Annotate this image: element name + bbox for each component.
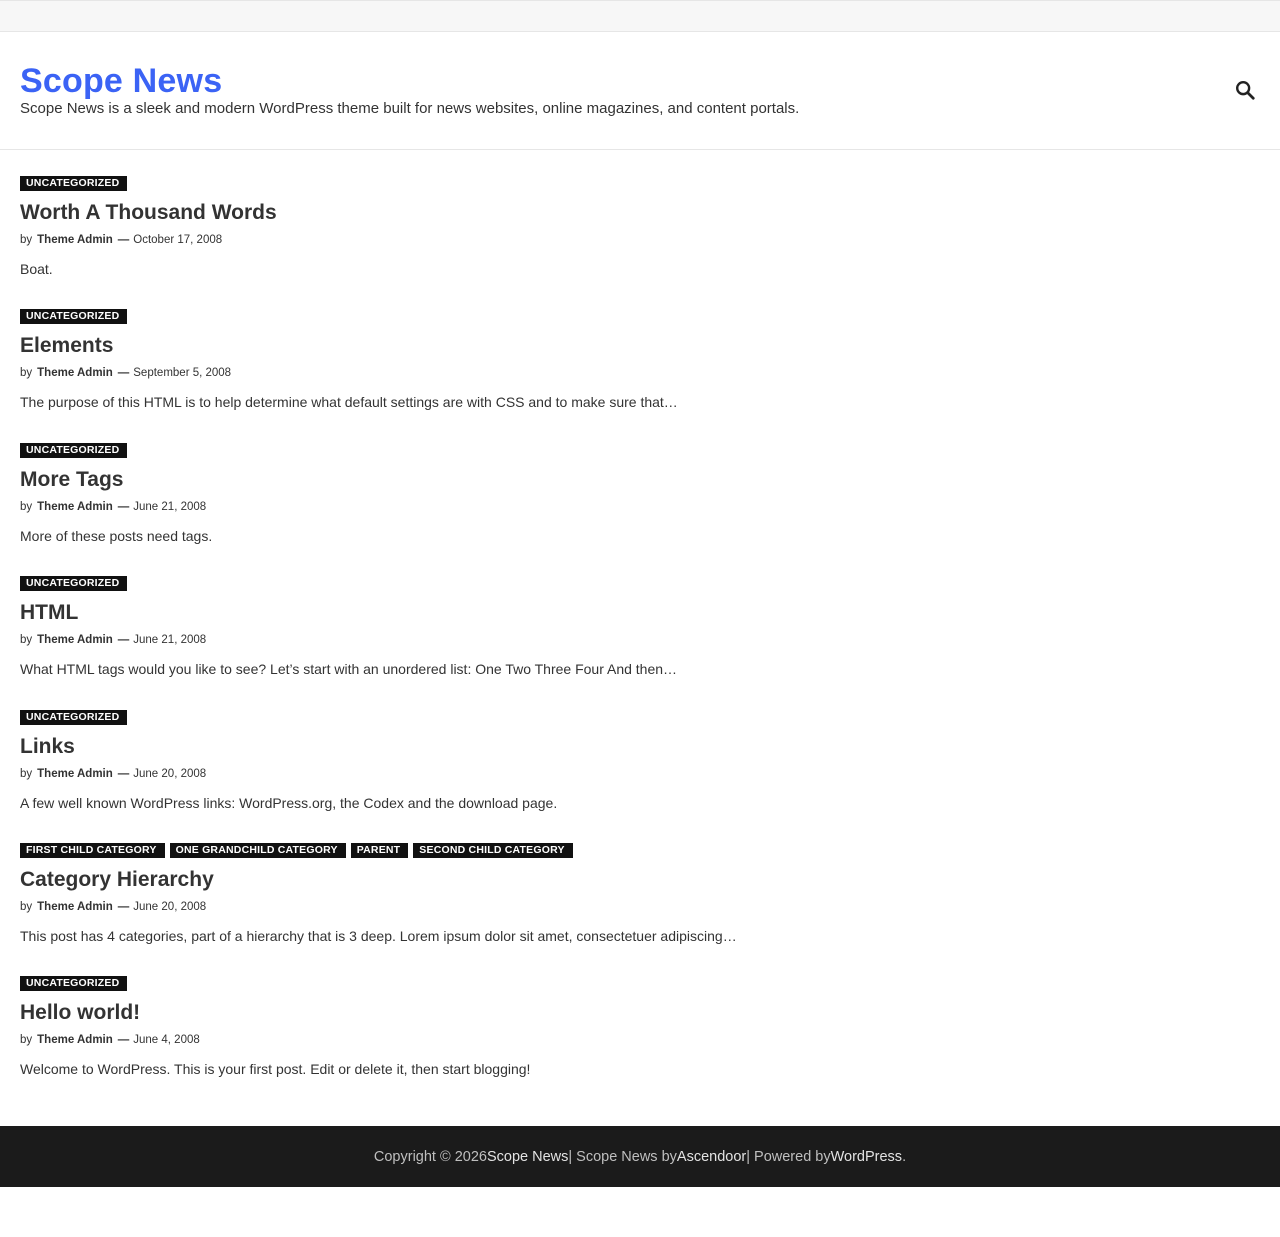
category-tag[interactable]: Uncategorized — [20, 176, 128, 191]
post-categories: Uncategorized — [20, 309, 1260, 325]
footer-site-link[interactable]: Scope News — [487, 1149, 568, 1165]
footer-wordpress-link[interactable]: WordPress — [831, 1149, 902, 1165]
by-label: by — [20, 900, 33, 913]
by-label: by — [20, 634, 33, 647]
post-meta: by Theme Admin — June 21, 2008 — [20, 500, 206, 514]
site-header: Scope News Scope News is a sleek and mod… — [0, 32, 1280, 150]
footer-copyright: Copyright © 2026 — [373, 1148, 487, 1165]
footer-separator: | Powered by — [746, 1148, 831, 1165]
footer-theme-author-link[interactable]: Ascendoor — [677, 1149, 746, 1165]
post-excerpt: Boat. — [20, 261, 53, 277]
post-author[interactable]: Theme Admin — [37, 233, 113, 247]
post-meta: by Theme Admin — June 20, 2008 — [20, 767, 206, 781]
meta-separator: — — [117, 767, 130, 780]
post-item: Uncategorized Worth A Thousand Words by The… — [20, 176, 1260, 309]
post-author[interactable]: Theme Admin — [37, 767, 113, 781]
footer-separator: | Scope News by — [568, 1148, 677, 1165]
category-tag[interactable]: Uncategorized — [20, 976, 128, 992]
post-item: Uncategorized Links by Theme Admin — June 20,… — [20, 709, 1260, 843]
category-tag[interactable]: Second Child Category — [413, 842, 573, 858]
meta-separator: — — [117, 634, 130, 647]
category-tag[interactable]: First Child Category — [20, 842, 165, 858]
post-author[interactable]: Theme Admin — [37, 500, 113, 514]
post-item: First Child Category One Grandchild Categ… — [20, 842, 1260, 976]
post-title[interactable]: Elements — [20, 333, 113, 359]
category-tag[interactable]: Uncategorized — [20, 709, 128, 725]
post-excerpt: What HTML tags would you like to see? Le… — [20, 661, 678, 678]
category-tag[interactable]: One Grandchild Category — [169, 842, 346, 858]
by-label: by — [20, 367, 33, 380]
site-title[interactable]: Scope News — [20, 62, 222, 100]
post-author[interactable]: Theme Admin — [37, 366, 113, 380]
post-meta: by Theme Admin — October 17, 2008 — [20, 233, 222, 247]
post-date[interactable]: June 4, 2008 — [133, 1033, 200, 1047]
category-tag[interactable]: Uncategorized — [20, 576, 128, 592]
post-date[interactable]: October 17, 2008 — [133, 233, 222, 247]
by-label: by — [20, 234, 33, 246]
post-item: Uncategorized Elements by Theme Admin — Septe… — [20, 309, 1260, 442]
post-title[interactable]: More Tags — [20, 467, 123, 493]
post-title[interactable]: Worth A Thousand Words — [20, 200, 277, 226]
post-title[interactable]: Links — [20, 734, 75, 760]
post-author[interactable]: Theme Admin — [37, 1033, 113, 1047]
post-meta: by Theme Admin — June 21, 2008 — [20, 633, 206, 647]
post-item: Uncategorized Hello world! by Theme Admin — J… — [20, 976, 1260, 1109]
post-excerpt: A few well known WordPress links: WordPr… — [20, 794, 558, 811]
post-title[interactable]: Category Hierarchy — [20, 867, 214, 893]
category-tag[interactable]: Uncategorized — [20, 309, 128, 325]
search-icon — [1236, 81, 1255, 100]
post-categories: Uncategorized — [20, 709, 1260, 725]
post-list: Uncategorized Worth A Thousand Words by The… — [20, 176, 1260, 1110]
site-footer: Copyright © 2026 Scope News | Scope News… — [0, 1126, 1280, 1187]
search-button[interactable] — [1232, 77, 1258, 103]
post-excerpt: The purpose of this HTML is to help dete… — [20, 394, 678, 411]
by-label: by — [20, 500, 33, 513]
by-label: by — [20, 767, 33, 780]
meta-separator: — — [117, 367, 130, 380]
category-tag[interactable]: Uncategorized — [20, 442, 128, 458]
post-date[interactable]: June 21, 2008 — [133, 500, 206, 514]
post-meta: by Theme Admin — June 4, 2008 — [20, 1033, 200, 1047]
post-title[interactable]: Hello world! — [20, 1000, 140, 1026]
post-date[interactable]: June 21, 2008 — [133, 633, 206, 647]
post-categories: First Child Category One Grandchild Categ… — [20, 842, 1260, 858]
site-description: Scope News is a sleek and modern WordPre… — [20, 100, 800, 117]
post-title[interactable]: HTML — [20, 600, 78, 626]
post-date[interactable]: September 5, 2008 — [133, 366, 231, 380]
post-date[interactable]: June 20, 2008 — [133, 767, 206, 781]
post-author[interactable]: Theme Admin — [37, 633, 113, 647]
post-item: Uncategorized HTML by Theme Admin — June 21, … — [20, 576, 1260, 709]
post-excerpt: Welcome to WordPress. This is your first… — [20, 1061, 531, 1078]
footer-suffix: . — [902, 1148, 907, 1165]
post-meta: by Theme Admin — September 5, 2008 — [20, 366, 231, 380]
category-tag[interactable]: Parent — [350, 842, 409, 858]
meta-separator: — — [117, 234, 130, 246]
meta-separator: — — [117, 500, 130, 513]
post-categories: Uncategorized — [20, 442, 1260, 458]
post-meta: by Theme Admin — June 20, 2008 — [20, 900, 206, 914]
post-categories: Uncategorized — [20, 976, 1260, 992]
post-item: Uncategorized More Tags by Theme Admin — June… — [20, 442, 1260, 576]
top-bar — [0, 0, 1280, 32]
meta-separator: — — [117, 1034, 130, 1047]
meta-separator: — — [117, 900, 130, 913]
post-categories: Uncategorized — [20, 176, 1260, 191]
by-label: by — [20, 1034, 33, 1047]
post-date[interactable]: June 20, 2008 — [133, 900, 206, 914]
post-author[interactable]: Theme Admin — [37, 900, 113, 914]
post-excerpt: More of these posts need tags. — [20, 527, 213, 544]
post-excerpt: This post has 4 categories, part of a hi… — [20, 927, 737, 944]
post-categories: Uncategorized — [20, 576, 1260, 592]
